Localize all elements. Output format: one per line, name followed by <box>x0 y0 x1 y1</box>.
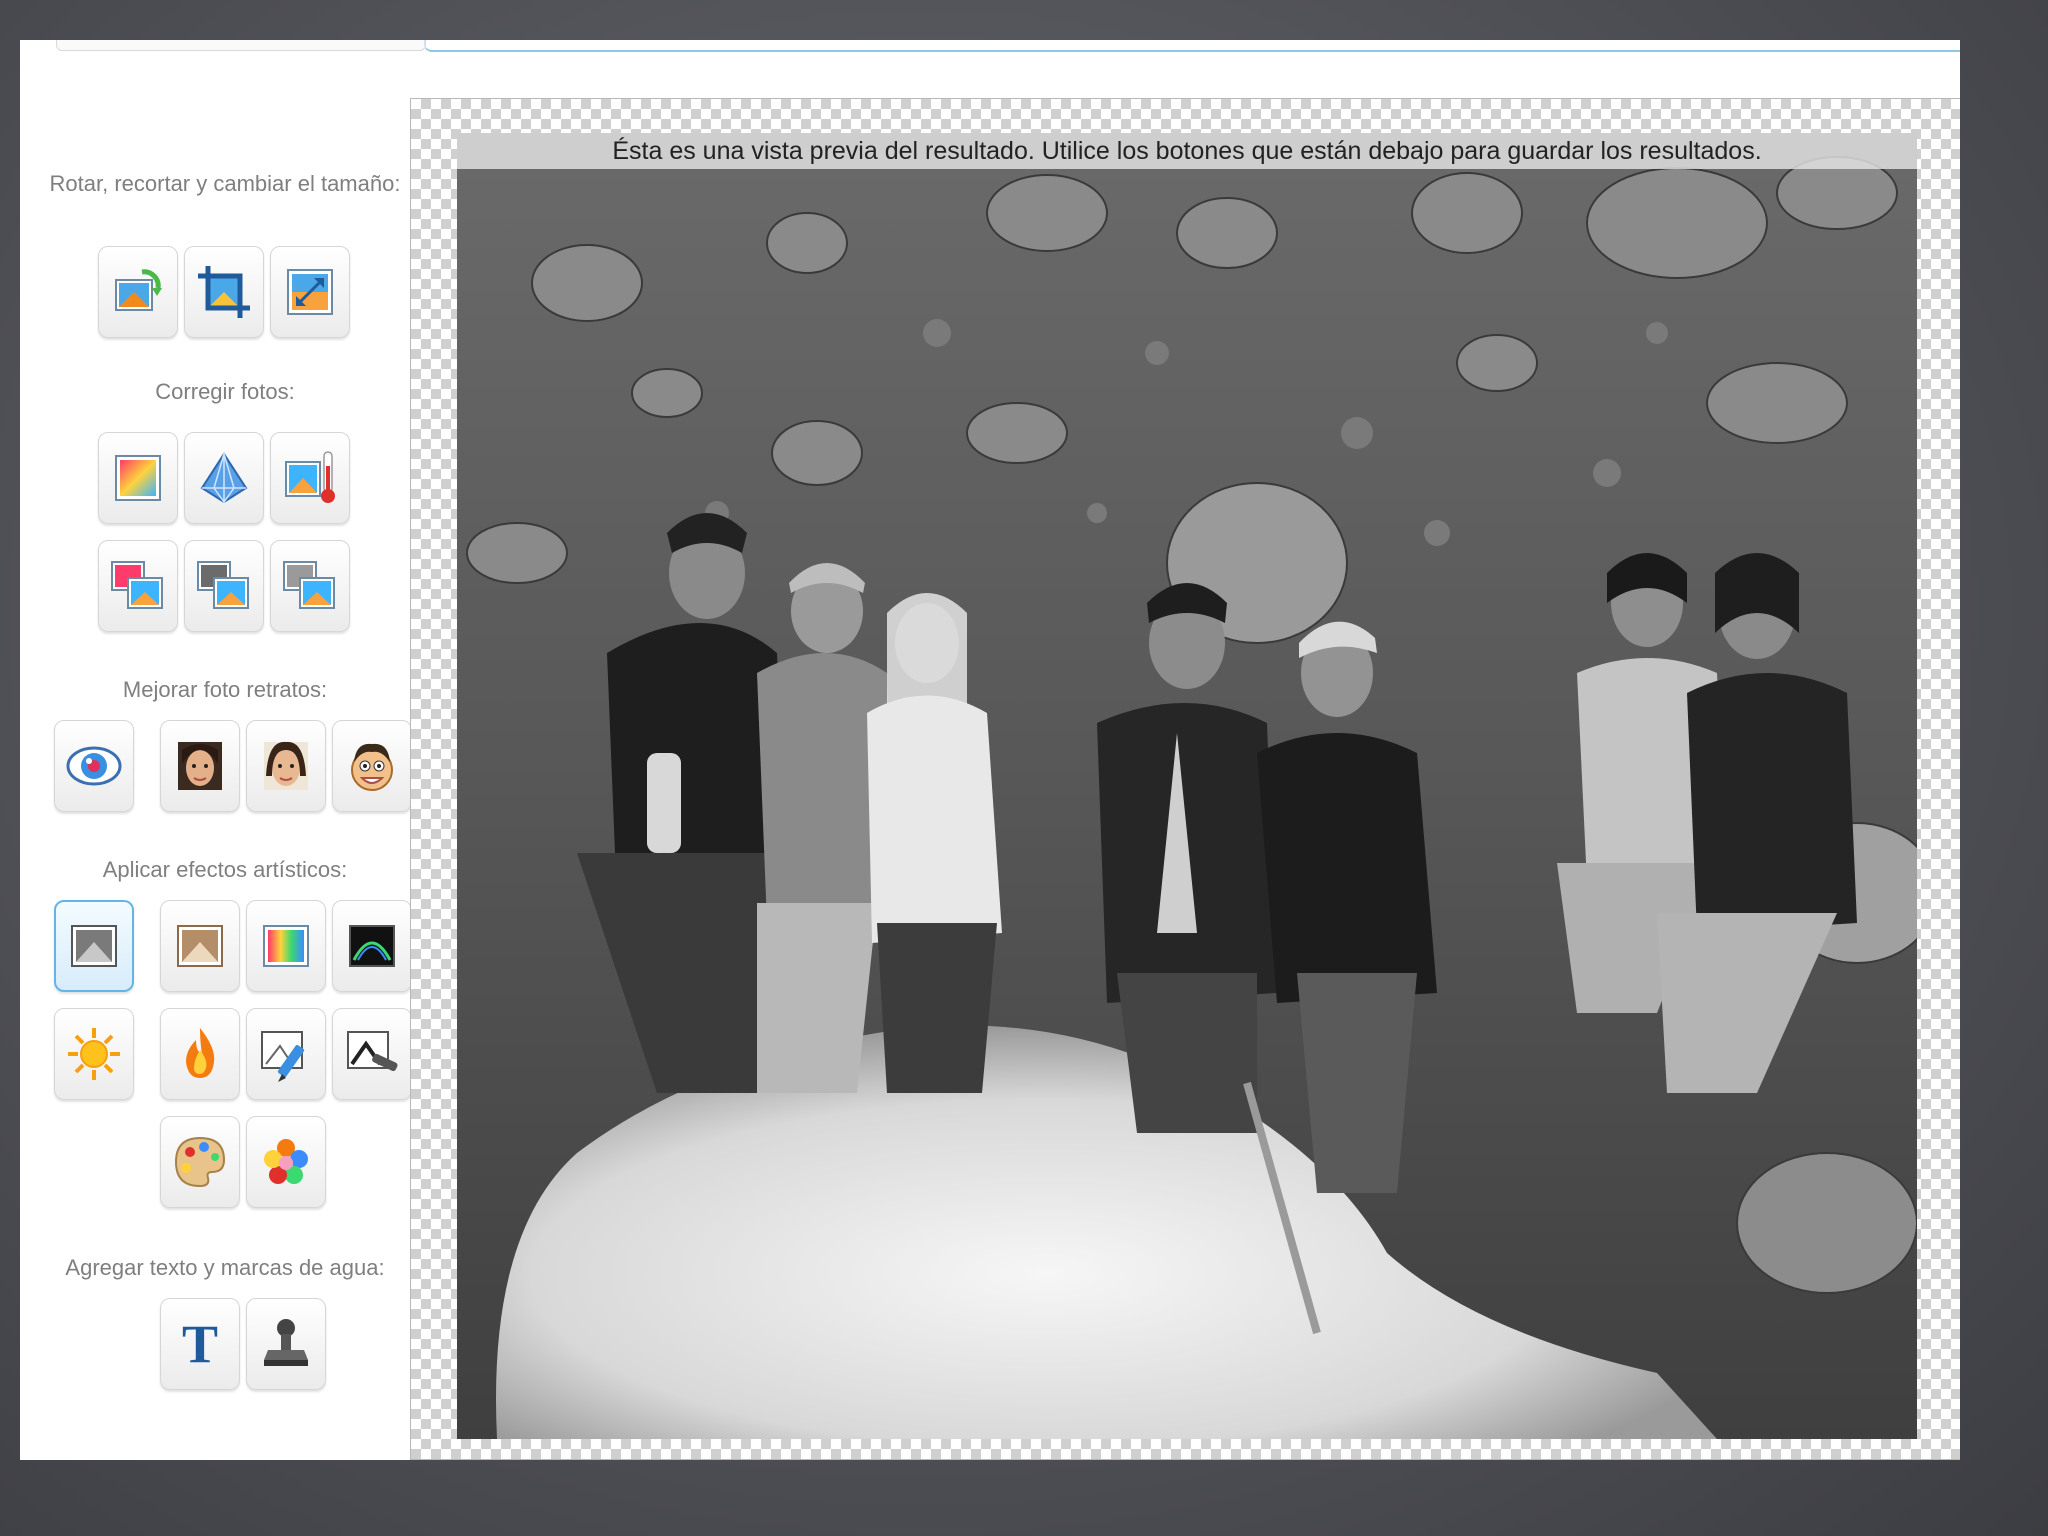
adjust-2-button[interactable] <box>184 540 264 632</box>
grayscale-group-photo <box>457 133 1917 1439</box>
pencil-sketch-effect-button[interactable] <box>246 1008 326 1100</box>
auto-color-button[interactable] <box>98 432 178 524</box>
glow-edges-effect-button[interactable] <box>332 900 412 992</box>
flame-icon <box>186 1028 215 1078</box>
caricature-button[interactable] <box>332 720 412 812</box>
left-panel-tab <box>56 40 426 51</box>
preview-photo: Ésta es una vista previa del resultado. … <box>457 133 1917 1439</box>
charcoal-effect-button[interactable] <box>332 1008 412 1100</box>
color-photo-icon <box>263 925 309 967</box>
photo-editor-window: Rotar, recortar y cambiar el tamaño: Cor… <box>20 40 1960 1460</box>
photo-adjust-icon <box>111 561 163 609</box>
photo-adjust-icon <box>197 561 249 609</box>
text-icon: T <box>181 1314 219 1374</box>
face-icon <box>178 742 222 790</box>
sun-effect-button[interactable] <box>54 1008 134 1100</box>
stamp-icon <box>264 1319 308 1366</box>
palette-effect-button[interactable] <box>160 1116 240 1208</box>
adjust-3-button[interactable] <box>270 540 350 632</box>
face-retouch-button[interactable] <box>246 720 326 812</box>
flame-effect-button[interactable] <box>160 1008 240 1100</box>
section-label-portrait: Mejorar foto retratos: <box>122 677 328 702</box>
resize-icon <box>287 269 333 315</box>
crop-icon <box>198 266 250 318</box>
pencil-sketch-icon <box>261 1031 305 1082</box>
tools-sidebar: Rotar, recortar y cambiar el tamaño: Cor… <box>20 60 412 1460</box>
sepia-effect-button[interactable] <box>160 900 240 992</box>
flower-effect-button[interactable] <box>246 1116 326 1208</box>
photo-adjust-icon <box>283 561 335 609</box>
sepia-photo-icon <box>177 925 223 967</box>
skin-smooth-button[interactable] <box>160 720 240 812</box>
charcoal-icon <box>347 1031 398 1072</box>
eye-icon <box>66 746 122 786</box>
rotate-button[interactable] <box>98 246 178 338</box>
face-icon <box>264 741 308 790</box>
temperature-button[interactable] <box>270 432 350 524</box>
thermometer-icon <box>285 451 335 503</box>
palette-icon <box>174 1136 226 1188</box>
section-label-artistic-effects: Aplicar efectos artísticos: <box>102 857 348 882</box>
crop-button[interactable] <box>184 246 264 338</box>
add-text-button[interactable]: T <box>160 1298 240 1390</box>
add-watermark-button[interactable] <box>246 1298 326 1390</box>
section-label-rotate-crop-resize: Rotar, recortar y cambiar el tamaño: <box>49 171 401 196</box>
section-label-correct-photos: Corregir fotos: <box>155 379 295 404</box>
preview-canvas: Ésta es una vista previa del resultado. … <box>410 98 1960 1460</box>
resize-button[interactable] <box>270 246 350 338</box>
sun-icon <box>68 1028 120 1080</box>
adjust-1-button[interactable] <box>98 540 178 632</box>
color-correction-icon <box>115 455 161 501</box>
diamond-sharpen-icon <box>200 451 248 504</box>
flower-icon <box>264 1139 308 1184</box>
section-label-text-watermark: Agregar texto y marcas de agua: <box>65 1255 385 1280</box>
red-eye-button[interactable] <box>54 720 134 812</box>
grayscale-effect-button[interactable] <box>54 900 134 992</box>
color-effect-button[interactable] <box>246 900 326 992</box>
rotate-icon <box>115 269 162 311</box>
sharpen-button[interactable] <box>184 432 264 524</box>
preview-notice-text: Ésta es una vista previa del resultado. … <box>457 133 1917 169</box>
cartoon-face-icon <box>351 743 393 791</box>
grayscale-photo-icon <box>71 925 117 967</box>
main-panel-tab <box>424 40 1960 52</box>
glow-edges-icon <box>349 925 395 967</box>
